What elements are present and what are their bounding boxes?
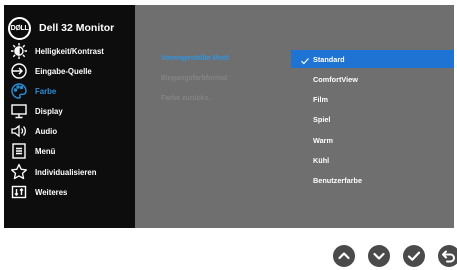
dell-logo: DØLL [8,16,31,40]
menu-item-audio[interactable]: Audio [4,121,135,141]
osd-header: DØLL Dell 32 Monitor [8,14,114,42]
ok-button[interactable] [403,245,425,267]
monitor-osd: DØLL Dell 32 Monitor Helligkeit/Kontrast… [4,5,454,228]
down-icon [373,252,385,260]
menu-item-personalize[interactable]: Individualisieren [4,162,135,182]
menu-list-icon [10,142,28,160]
osd-main-menu: DØLL Dell 32 Monitor Helligkeit/Kontrast… [4,5,135,228]
brightness-icon [10,42,28,60]
display-icon [10,102,28,120]
osd-content-panel: Voreingestellte Modi Eingangsfarbformat … [135,5,454,228]
ok-check-icon [407,251,421,261]
option-comfortview[interactable]: ComfortView [291,70,454,88]
option-warm[interactable]: Warm [291,131,454,149]
down-button[interactable] [368,245,390,267]
menu-item-display[interactable]: Display [4,101,135,121]
menu-item-input-source[interactable]: Eingabe-Quelle [4,61,135,81]
speaker-icon [10,122,28,140]
option-kuehl[interactable]: Kühl [291,151,454,169]
monitor-title: Dell 32 Monitor [39,22,115,34]
option-spiel[interactable]: Spiel [291,110,454,128]
submenu-preset-modes[interactable]: Voreingestellte Modi [161,55,229,62]
menu-item-others[interactable]: Weiteres [4,182,135,202]
color-palette-icon [10,82,28,100]
others-icon [10,183,28,201]
star-icon [10,163,28,181]
up-button[interactable] [333,245,355,267]
back-button[interactable] [438,245,457,267]
menu-item-menu[interactable]: Menü [4,141,135,161]
up-icon [338,252,350,260]
option-benutzerfarbe[interactable]: Benutzerfarbe [291,171,454,189]
menu-item-color[interactable]: Farbe [4,81,135,101]
option-standard[interactable]: Standard [291,50,454,68]
input-source-icon [10,62,28,80]
menu-item-brightness-contrast[interactable]: Helligkeit/Kontrast [4,41,135,61]
back-icon [442,250,455,263]
option-film[interactable]: Film [291,90,454,108]
check-icon [300,53,310,65]
submenu-input-color-format[interactable]: Eingangsfarbformat [161,75,228,82]
submenu-reset-color[interactable]: Farbe zurücks. [161,95,210,102]
